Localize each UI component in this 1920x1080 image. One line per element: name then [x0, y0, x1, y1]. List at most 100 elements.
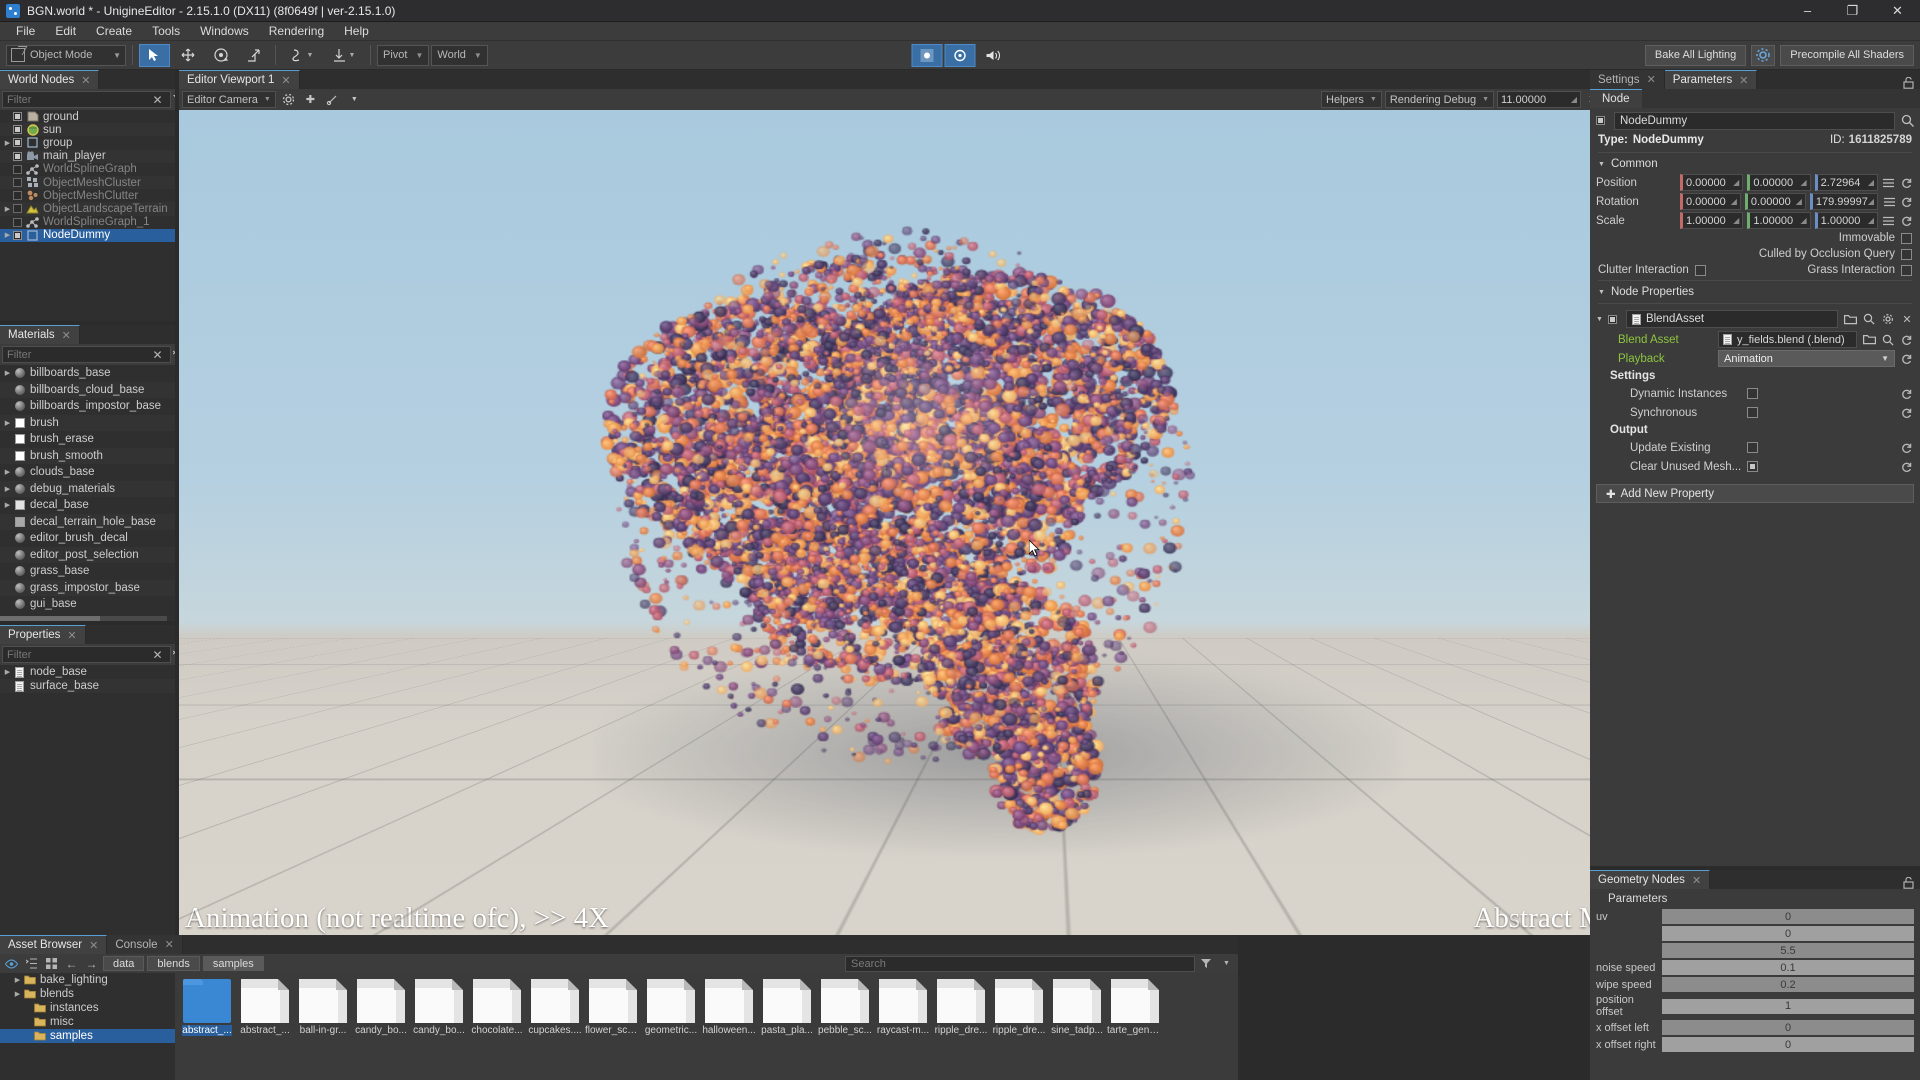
- minimize-button[interactable]: –: [1785, 0, 1830, 22]
- transform-menu-icon[interactable]: [1882, 212, 1896, 229]
- asset-filter-icon[interactable]: [1198, 955, 1215, 972]
- expand-arrow-icon[interactable]: ▶: [2, 501, 13, 509]
- material-row[interactable]: grass_impostor_base: [0, 580, 175, 597]
- spinner-icon[interactable]: ◢: [1801, 178, 1807, 187]
- tab-parameters[interactable]: Parameters ✕: [1665, 70, 1758, 89]
- subtab-node[interactable]: Node: [1590, 89, 1642, 108]
- asset-thumbnail[interactable]: ripple_dre...: [991, 979, 1047, 1036]
- world-node-row[interactable]: ObjectMeshClutter: [0, 189, 175, 202]
- lighting-settings-button[interactable]: [1751, 45, 1775, 66]
- world-nodes-list[interactable]: ground sun ▶ group main_player WorldSplineGra…: [0, 110, 175, 321]
- viewport-add-icon[interactable]: ✚: [301, 91, 320, 109]
- find-node-icon[interactable]: [1900, 112, 1914, 129]
- close-icon[interactable]: ✕: [81, 74, 90, 87]
- visibility-eye-icon[interactable]: [3, 955, 20, 972]
- culled-checkbox[interactable]: [1901, 249, 1912, 260]
- property-name-field[interactable]: BlendAsset: [1626, 310, 1838, 328]
- output-checkbox[interactable]: [1747, 442, 1758, 453]
- rotate-tool-button[interactable]: [205, 44, 236, 67]
- close-icon[interactable]: ✕: [1739, 74, 1748, 87]
- transform-x-field[interactable]: 1.00000 ◢: [1680, 212, 1743, 229]
- tab-settings[interactable]: Settings ✕: [1590, 70, 1665, 89]
- node-visibility-checkbox[interactable]: [13, 112, 22, 121]
- nav-forward-icon[interactable]: →: [83, 955, 100, 972]
- close-icon[interactable]: ✕: [67, 629, 76, 642]
- asset-tree-row[interactable]: instances: [0, 1001, 175, 1015]
- node-properties-header[interactable]: ▼ Node Properties: [1590, 283, 1920, 301]
- spinner-icon[interactable]: ◢: [1733, 216, 1739, 225]
- asset-thumbnail[interactable]: raycast-m...: [875, 979, 931, 1036]
- breadcrumb-blends[interactable]: blends: [147, 956, 199, 971]
- transform-z-field[interactable]: 179.99997 ◢: [1810, 193, 1878, 210]
- world-node-row[interactable]: ground: [0, 110, 175, 123]
- geometry-parameter-slider[interactable]: 0: [1662, 909, 1914, 924]
- asset-thumbnail[interactable]: ball-in-gr...: [295, 979, 351, 1036]
- material-row[interactable]: gui_base: [0, 596, 175, 613]
- output-checkbox[interactable]: [1747, 461, 1758, 472]
- transform-x-field[interactable]: 0.00000 ◢: [1680, 174, 1743, 191]
- clear-filter-icon[interactable]: ✕: [149, 91, 166, 108]
- grid-view-icon[interactable]: [43, 955, 60, 972]
- add-new-property-button[interactable]: ✚ Add New Property: [1596, 484, 1914, 503]
- remove-property-icon[interactable]: ✕: [1900, 311, 1914, 328]
- world-nodes-filter-input[interactable]: [7, 94, 149, 106]
- material-row[interactable]: grass_base: [0, 563, 175, 580]
- transform-y-field[interactable]: 0.00000 ◢: [1745, 193, 1806, 210]
- asset-thumbnail[interactable]: pasta_pla...: [759, 979, 815, 1036]
- geometry-parameter-slider[interactable]: 1: [1662, 999, 1914, 1014]
- asset-thumbnail[interactable]: tarte_gene...: [1107, 979, 1163, 1036]
- snap-surface-button[interactable]: ▼: [282, 44, 322, 67]
- tab-editor-viewport-1[interactable]: Editor Viewport 1 ✕: [179, 70, 300, 89]
- tab-asset-browser[interactable]: Asset Browser ✕: [0, 935, 107, 954]
- close-icon[interactable]: ✕: [1692, 874, 1701, 887]
- geometry-parameter-slider[interactable]: 0.2: [1662, 977, 1914, 992]
- folder-icon[interactable]: [1862, 331, 1876, 348]
- breadcrumb-samples[interactable]: samples: [203, 956, 264, 971]
- asset-browser-tree[interactable]: ▶ bake_lighting ▶ blends instances misc sample…: [0, 973, 175, 1080]
- bake-all-lighting-button[interactable]: Bake All Lighting: [1645, 45, 1746, 66]
- viewport-light-icon[interactable]: [323, 91, 342, 109]
- transform-y-field[interactable]: 0.00000 ◢: [1747, 174, 1810, 191]
- property-enabled-checkbox[interactable]: [1608, 315, 1617, 324]
- asset-thumbnail[interactable]: abstract_...: [237, 979, 293, 1036]
- camera-speed-field[interactable]: 11.00000 ◢: [1497, 91, 1581, 108]
- search-property-icon[interactable]: [1862, 311, 1876, 328]
- expand-arrow-icon[interactable]: ▶: [12, 990, 23, 998]
- clutter-interaction-checkbox[interactable]: [1695, 265, 1706, 276]
- transform-x-field[interactable]: 0.00000 ◢: [1680, 193, 1741, 210]
- menu-windows[interactable]: Windows: [190, 22, 259, 41]
- world-node-row[interactable]: ▶ NodeDummy: [0, 229, 175, 242]
- material-row[interactable]: ▶ clouds_base: [0, 464, 175, 481]
- menu-create[interactable]: Create: [86, 22, 142, 41]
- close-button[interactable]: ✕: [1875, 0, 1920, 22]
- pivot-select[interactable]: Pivot ▼: [377, 45, 429, 66]
- breadcrumb-data[interactable]: data: [103, 956, 144, 971]
- materials-list[interactable]: ▶ billboards_base billboards_cloud_base bil…: [0, 365, 175, 621]
- reset-transform-icon[interactable]: [1900, 193, 1914, 210]
- editor-mode-select[interactable]: Object Mode ▼: [6, 45, 126, 66]
- properties-filter-input[interactable]: [7, 649, 149, 661]
- asset-tree-row[interactable]: misc: [0, 1015, 175, 1029]
- spinner-icon[interactable]: ◢: [1868, 178, 1874, 187]
- property-row[interactable]: surface_base: [0, 679, 175, 693]
- node-visibility-checkbox[interactable]: [13, 218, 22, 227]
- transform-menu-icon[interactable]: [1882, 193, 1896, 210]
- materials-filter-input[interactable]: [7, 349, 149, 361]
- folder-icon[interactable]: [1843, 311, 1857, 328]
- expand-arrow-icon[interactable]: ▶: [12, 976, 23, 984]
- node-visibility-checkbox[interactable]: [13, 152, 22, 161]
- tab-world-nodes[interactable]: World Nodes ✕: [0, 70, 99, 89]
- menu-tools[interactable]: Tools: [142, 22, 190, 41]
- close-icon[interactable]: ✕: [62, 329, 71, 342]
- expand-arrow-icon[interactable]: ▶: [2, 369, 13, 377]
- material-row[interactable]: ▶ brush: [0, 415, 175, 432]
- move-tool-button[interactable]: [172, 44, 203, 67]
- asset-tree-row[interactable]: samples: [0, 1029, 175, 1043]
- node-enabled-checkbox[interactable]: [1596, 116, 1605, 125]
- asset-filter-chevron-icon[interactable]: ▼: [1218, 955, 1235, 972]
- expand-arrow-icon[interactable]: ▶: [2, 468, 13, 476]
- snap-grid-button[interactable]: ▼: [324, 44, 364, 67]
- asset-thumbnail[interactable]: abstract_...: [179, 979, 235, 1036]
- rendering-debug-select[interactable]: Rendering Debug ▼: [1385, 91, 1494, 108]
- precompile-all-shaders-button[interactable]: Precompile All Shaders: [1780, 45, 1914, 66]
